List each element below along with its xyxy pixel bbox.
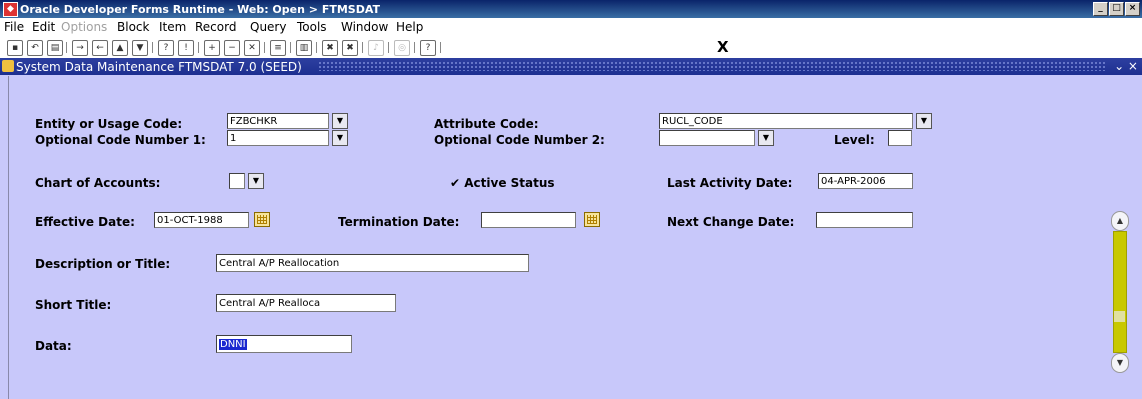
calendar-icon[interactable] (254, 212, 270, 227)
last-activity-date-label: Last Activity Date: (667, 176, 793, 190)
optional-code-1-label: Optional Code Number 1: (35, 133, 206, 147)
description-field[interactable]: Central A/P Reallocation (216, 254, 529, 272)
next-change-date-field[interactable] (816, 212, 913, 228)
optional-code-1-dropdown[interactable]: ▼ (332, 130, 348, 146)
menu-edit[interactable]: Edit (32, 20, 55, 34)
chart-of-accounts-field[interactable] (229, 173, 245, 189)
print-icon[interactable]: ▤ (47, 40, 63, 56)
toolbar-separator (290, 42, 291, 53)
rollback-icon[interactable]: ↶ (27, 40, 43, 56)
exit-icon[interactable]: X (717, 38, 729, 56)
toolbar-separator (198, 42, 199, 53)
effective-date-label: Effective Date: (35, 215, 135, 229)
active-status-checkbox[interactable]: ✔ Active Status (450, 176, 555, 190)
enter-query-icon[interactable]: ? (158, 40, 174, 56)
minimize-button[interactable]: _ (1093, 2, 1108, 16)
optional-code-2-dropdown[interactable]: ▼ (758, 130, 774, 146)
toolbar-separator (66, 42, 67, 53)
scroll-up-button[interactable]: ▲ (1111, 211, 1129, 231)
form-titlebar: System Data Maintenance FTMSDAT 7.0 (SEE… (0, 58, 1142, 75)
link-icon[interactable]: ◎ (394, 40, 410, 56)
attribute-code-dropdown[interactable]: ▼ (916, 113, 932, 129)
insert-record-icon[interactable]: + (204, 40, 220, 56)
entity-code-label: Entity or Usage Code: (35, 117, 183, 131)
save-icon[interactable]: ▪ (7, 40, 23, 56)
level-field[interactable] (888, 130, 912, 146)
previous-block-icon[interactable]: ← (92, 40, 108, 56)
maximize-button[interactable]: □ (1109, 2, 1124, 16)
chart-of-accounts-label: Chart of Accounts: (35, 176, 161, 190)
entity-code-dropdown[interactable]: ▼ (332, 113, 348, 129)
vertical-scrollbar[interactable]: ▲ ▼ (1111, 211, 1129, 382)
toolbar-separator (152, 42, 153, 53)
list-icon[interactable]: ≡ (270, 40, 286, 56)
scroll-thumb-grip[interactable] (1114, 311, 1125, 322)
entity-code-field[interactable]: FZBCHKR (227, 113, 329, 129)
menu-help[interactable]: Help (396, 20, 423, 34)
menu-item[interactable]: Item (159, 20, 186, 34)
menu-options[interactable]: Options (61, 20, 107, 34)
remove-record-icon[interactable]: − (224, 40, 240, 56)
form-title: System Data Maintenance FTMSDAT 7.0 (SEE… (16, 60, 302, 74)
sound-icon[interactable]: ♪ (368, 40, 384, 56)
next-change-date-label: Next Change Date: (667, 215, 795, 229)
optional-code-2-field[interactable] (659, 130, 755, 146)
menu-file[interactable]: File (4, 20, 24, 34)
toolbar-separator (414, 42, 415, 53)
window-title: Oracle Developer Forms Runtime - Web: Op… (20, 3, 380, 16)
exit-form-icon[interactable]: ✖ (342, 40, 358, 56)
form-icon (2, 60, 14, 72)
toolbar-separator (388, 42, 389, 53)
window-controls: _ □ × (1093, 2, 1140, 16)
termination-date-field[interactable] (481, 212, 576, 228)
toolbar-separator (362, 42, 363, 53)
next-record-icon[interactable]: ▼ (132, 40, 148, 56)
menu-bar: File Edit Options Block Item Record Quer… (0, 18, 1142, 36)
toolbar: ▪ ↶ ▤ → ← ▲ ▼ ? ! + − ✕ ≡ ▥ ✖ ✖ ♪ ◎ ? X (0, 36, 1142, 59)
data-field-selected-text: DNNI (219, 339, 247, 350)
previous-record-icon[interactable]: ▲ (112, 40, 128, 56)
form-window-controls[interactable]: ⌄ × (1114, 59, 1138, 73)
oracle-app-icon: ◆ (3, 2, 18, 17)
optional-code-1-field[interactable]: 1 (227, 130, 329, 146)
form-canvas: Entity or Usage Code: FZBCHKR ▼ Attribut… (8, 76, 1142, 399)
clear-form-icon[interactable]: ✖ (322, 40, 338, 56)
next-block-icon[interactable]: → (72, 40, 88, 56)
menu-block[interactable]: Block (117, 20, 149, 34)
clear-record-icon[interactable]: ✕ (244, 40, 260, 56)
menu-tools[interactable]: Tools (297, 20, 327, 34)
execute-query-icon[interactable]: ! (178, 40, 194, 56)
close-button[interactable]: × (1125, 2, 1140, 16)
effective-date-field[interactable]: 01-OCT-1988 (154, 212, 249, 228)
titlebar-pattern (318, 61, 1106, 71)
termination-date-label: Termination Date: (338, 215, 460, 229)
optional-code-2-label: Optional Code Number 2: (434, 133, 605, 147)
menu-window[interactable]: Window (341, 20, 388, 34)
scroll-down-button[interactable]: ▼ (1111, 353, 1129, 373)
toolbar-separator (440, 42, 441, 53)
attribute-code-field[interactable]: RUCL_CODE (659, 113, 913, 129)
last-activity-date-field: 04-APR-2006 (818, 173, 913, 189)
print-form-icon[interactable]: ▥ (296, 40, 312, 56)
level-label: Level: (834, 133, 875, 147)
description-label: Description or Title: (35, 257, 171, 271)
checkmark-icon: ✔ (450, 176, 461, 190)
data-field[interactable]: DNNI (216, 335, 352, 353)
short-title-label: Short Title: (35, 298, 112, 312)
active-status-label: Active Status (464, 176, 555, 190)
attribute-code-label: Attribute Code: (434, 117, 539, 131)
menu-query[interactable]: Query (250, 20, 286, 34)
help-icon[interactable]: ? (420, 40, 436, 56)
data-label: Data: (35, 339, 72, 353)
short-title-field[interactable]: Central A/P Realloca (216, 294, 396, 312)
chart-of-accounts-dropdown[interactable]: ▼ (248, 173, 264, 189)
calendar-icon[interactable] (584, 212, 600, 227)
toolbar-separator (264, 42, 265, 53)
window-titlebar: ◆ Oracle Developer Forms Runtime - Web: … (0, 0, 1142, 18)
scrollbar-track[interactable] (1113, 231, 1127, 353)
toolbar-separator (316, 42, 317, 53)
menu-record[interactable]: Record (195, 20, 236, 34)
